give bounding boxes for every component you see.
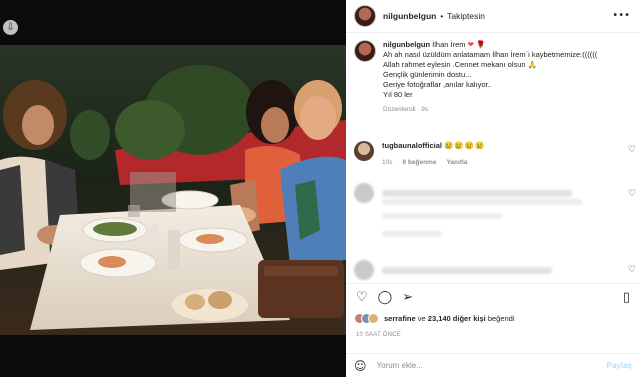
post-side-panel: nilgunbelgun • Takiptesin ••• nilgunbelg… <box>346 0 640 377</box>
comment-like-heart-icon[interactable]: ♡ <box>628 189 636 199</box>
post-header: nilgunbelgun • Takiptesin <box>346 0 640 33</box>
liker-avatars <box>354 313 379 324</box>
blurred-text <box>382 266 552 274</box>
comment-meta: 10s 6 beğenme Yanıtla <box>382 159 485 166</box>
comment-item: tugbaunalofficial 😢😢😢😢 10s 6 beğenme Yan… <box>354 141 634 166</box>
comment-like-heart-icon[interactable]: ♡ <box>628 265 636 275</box>
praying-hands-icon: 🙏 <box>527 60 538 69</box>
commenter-avatar[interactable] <box>354 141 374 161</box>
caption-line-1: İlhan İrem <box>432 40 466 49</box>
caption-line-3: Allah rahmet eylesin .Cennet mekanı olsu… <box>383 60 526 69</box>
comment-like-heart-icon[interactable]: ♡ <box>628 145 636 155</box>
author-avatar[interactable] <box>354 5 376 27</box>
post-photo <box>0 0 346 377</box>
comment-input[interactable] <box>376 361 577 370</box>
liker-username[interactable]: serrafine <box>384 314 416 323</box>
caption-line-2: Ah ah nasıl üzüldüm anlatamam İlhan İrem… <box>383 50 598 59</box>
blurred-text <box>382 231 442 237</box>
post-comment-button[interactable]: Paylaş <box>607 361 632 370</box>
blurred-avatar <box>354 260 374 280</box>
add-comment-bar: ☺ Paylaş <box>346 353 640 377</box>
author-username[interactable]: nilgunbelgun <box>383 11 436 21</box>
likes-count[interactable]: 23,140 diğer kişi <box>428 314 486 323</box>
likes-suffix: beğendi <box>485 314 515 323</box>
like-heart-icon[interactable]: ♡ <box>356 291 368 304</box>
comment-reply-button[interactable]: Yanıtla <box>446 159 467 166</box>
blurred-text <box>382 213 502 219</box>
emoji-smile-icon[interactable]: ☺ <box>354 359 367 373</box>
likes-summary: serrafine ve 23,140 diğer kişi beğendi <box>354 313 515 324</box>
download-icon[interactable]: ⇩ <box>3 20 18 35</box>
caption-meta: Düzenlendi · 9s <box>383 106 429 113</box>
more-options-icon[interactable]: ••• <box>612 10 630 21</box>
caption-avatar[interactable] <box>354 40 376 62</box>
separator-dot: • <box>440 11 444 21</box>
post-photo-pane: ⇩ <box>0 0 346 377</box>
comment-bubble-icon[interactable]: ◯ <box>378 291 393 304</box>
post-caption: nilgunbelgun İlhan İrem ❤ 🌹 Ah ah nasıl … <box>346 34 640 115</box>
blurred-avatar <box>354 183 374 203</box>
comment-body: tugbaunalofficial 😢😢😢😢 10s 6 beğenme Yan… <box>382 141 485 166</box>
caption-line-4: Gençlik günlerimin dostu... <box>383 70 472 79</box>
caption-username[interactable]: nilgunbelgun <box>383 40 430 49</box>
post-timestamp: 10 SAAT ÖNCE <box>356 332 401 338</box>
save-bookmark-icon[interactable]: ▯ <box>623 291 630 304</box>
blurred-text <box>382 189 572 197</box>
caption-body: nilgunbelgun İlhan İrem ❤ 🌹 Ah ah nasıl … <box>383 40 597 115</box>
commenter-username[interactable]: tugbaunalofficial <box>382 141 442 150</box>
liker-avatar <box>368 313 379 324</box>
comment-text: 😢😢😢😢 <box>444 141 486 150</box>
caption-line-5: Geriye fotoğraflar ,anılar kalıyor.. <box>383 80 492 89</box>
rose-icon: 🌹 <box>476 40 486 49</box>
blurred-text <box>382 199 582 205</box>
comment-likes[interactable]: 6 beğenme <box>402 159 436 166</box>
likes-and-text: ve <box>415 314 428 323</box>
blurred-comment-2 <box>354 260 552 280</box>
share-send-icon[interactable]: ➢ <box>402 291 413 304</box>
follow-status[interactable]: Takiptesin <box>447 11 485 21</box>
caption-line-6: Yıl 80 ler <box>383 90 413 99</box>
comment-time: 10s <box>382 159 393 166</box>
red-heart-icon: ❤ <box>467 40 474 49</box>
action-bar: ♡ ◯ ➢ ▯ <box>346 283 640 311</box>
